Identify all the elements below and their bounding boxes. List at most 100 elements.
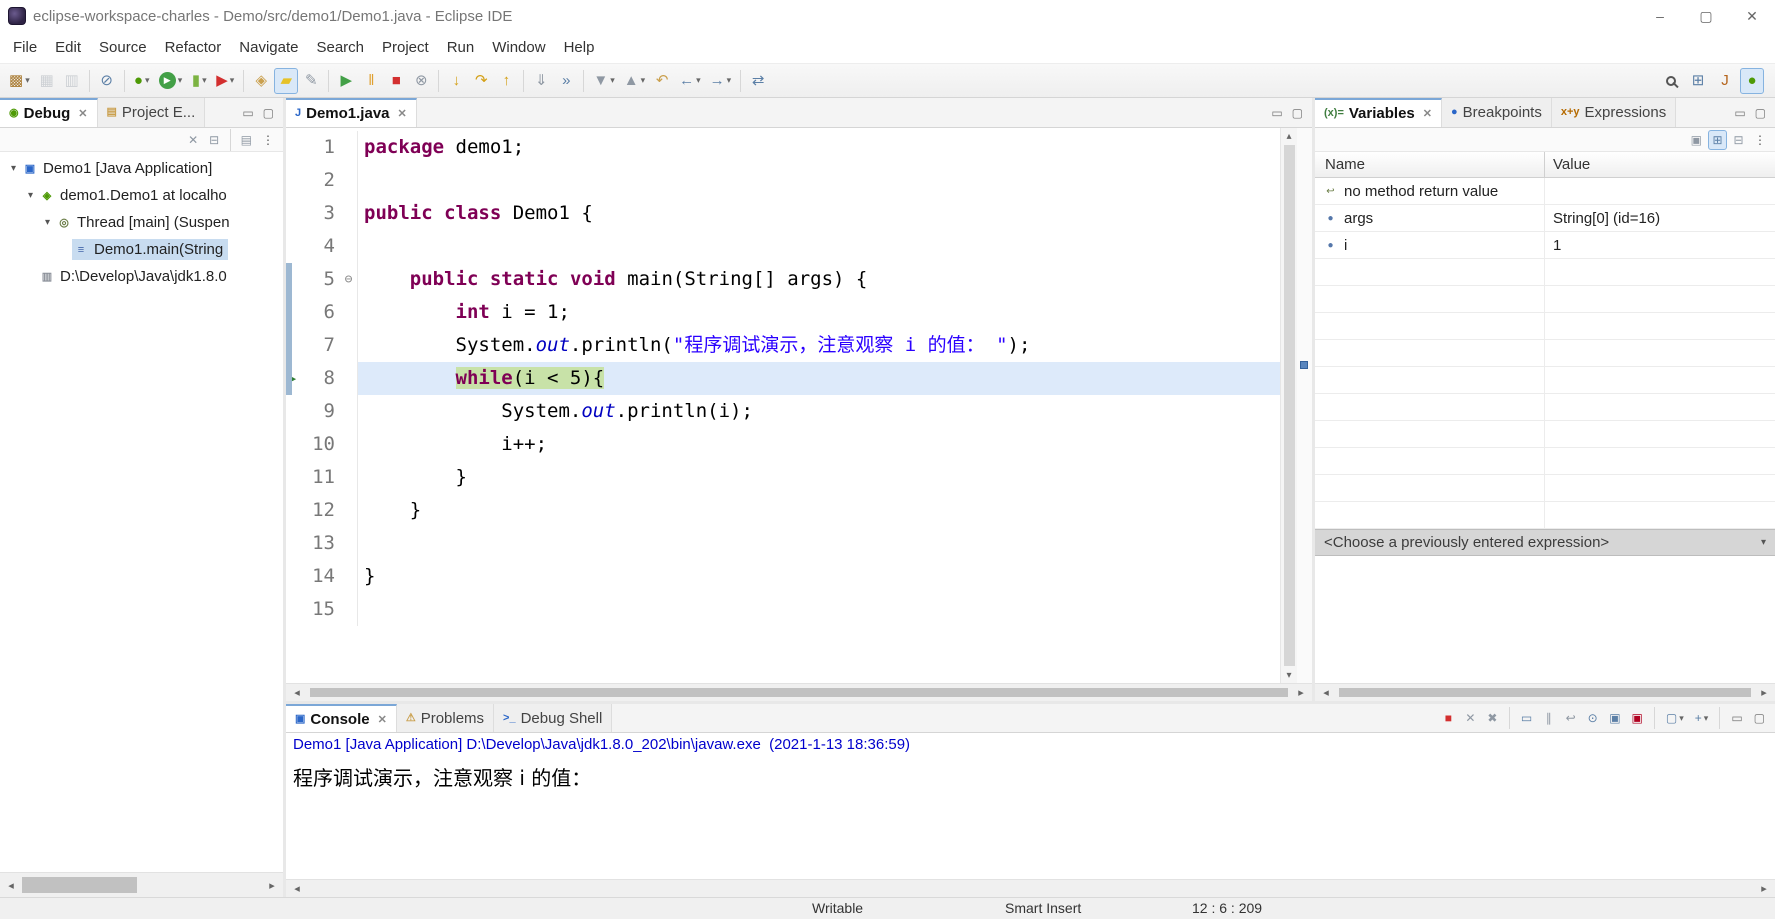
mark-occurrences-icon[interactable]: ▰ [274, 68, 298, 94]
dropdown-arrow-icon[interactable]: ▾ [1679, 713, 1684, 724]
dropdown-arrow-icon[interactable]: ▾ [25, 75, 30, 86]
dropdown-arrow-icon[interactable]: ▾ [641, 75, 646, 86]
code-line-7[interactable]: 7 System.out.println("程序调试演示，注意观察 i 的值： … [286, 329, 1280, 362]
code-line-10[interactable]: 10 i++; [286, 428, 1280, 461]
menu-source[interactable]: Source [90, 39, 156, 56]
expression-chooser[interactable]: <Choose a previously entered expression>… [1315, 529, 1775, 556]
external-tools-icon[interactable]: ▶▾ [212, 68, 238, 94]
editor-vertical-scrollbar[interactable]: ▴ ▾ [1280, 128, 1297, 683]
close-button[interactable]: ✕ [1729, 0, 1775, 32]
maximize-view-icon[interactable]: ▢ [260, 106, 277, 120]
menu-search[interactable]: Search [307, 39, 373, 56]
code-line-14[interactable]: 14} [286, 560, 1280, 593]
console-horizontal-scrollbar[interactable]: ◂ ▸ [286, 879, 1775, 897]
tab-close-icon[interactable]: ✕ [1423, 107, 1432, 120]
dropdown-arrow-icon[interactable]: ▾ [145, 75, 150, 86]
view-menu-icon[interactable]: ⋮ [1750, 130, 1770, 150]
code-line-3[interactable]: 3public class Demo1 { [286, 197, 1280, 230]
scroll-right-icon[interactable]: ▸ [1753, 882, 1775, 895]
terminate-icon[interactable]: ■ [1439, 708, 1458, 728]
scroll-left-icon[interactable]: ◂ [0, 879, 22, 892]
collapse-all-icon[interactable]: ⊟ [1729, 130, 1748, 150]
disconnect-icon[interactable]: ⊗ [409, 68, 433, 94]
tree-item-thread-main-suspen[interactable]: ▾◎Thread [main] (Suspen [0, 209, 283, 236]
scrollbar-thumb[interactable] [1339, 688, 1751, 697]
dropdown-arrow-icon[interactable]: ▾ [178, 75, 183, 86]
line-number[interactable]: 12 [302, 494, 340, 527]
scroll-up-icon[interactable]: ▴ [1286, 128, 1291, 144]
menu-navigate[interactable]: Navigate [230, 39, 307, 56]
line-number[interactable]: 2 [302, 164, 340, 197]
remove-all-launches-icon[interactable]: ✖ [1483, 708, 1502, 728]
code-line-15[interactable]: 15 [286, 593, 1280, 626]
menu-file[interactable]: File [4, 39, 46, 56]
dropdown-arrow-icon[interactable]: ▾ [230, 75, 235, 86]
scrollbar-thumb[interactable] [310, 688, 1288, 697]
fold-collapse-icon[interactable]: ⊖ [340, 263, 358, 296]
maximize-view-icon[interactable]: ▢ [1289, 106, 1306, 120]
scroll-left-icon[interactable]: ◂ [286, 882, 308, 895]
code-line-5[interactable]: 5⊖ public static void main(String[] args… [286, 263, 1280, 296]
tab-debug-shell[interactable]: >_Debug Shell [494, 704, 612, 732]
code-line-6[interactable]: 6 int i = 1; [286, 296, 1280, 329]
line-number[interactable]: 6 [302, 296, 340, 329]
menu-project[interactable]: Project [373, 39, 438, 56]
menu-window[interactable]: Window [483, 39, 554, 56]
line-number[interactable]: 3 [302, 197, 340, 230]
tab-variables[interactable]: (x)=Variables✕ [1315, 98, 1442, 127]
expander-icon[interactable]: ▾ [23, 190, 38, 201]
run-icon[interactable]: ▶▾ [155, 68, 187, 94]
chevron-down-icon[interactable]: ▾ [1761, 537, 1766, 548]
link-with-editor-icon[interactable]: ⇄ [746, 68, 770, 94]
line-number[interactable]: 1 [302, 131, 340, 164]
scroll-right-icon[interactable]: ▸ [261, 879, 283, 892]
menu-help[interactable]: Help [555, 39, 604, 56]
code-line-9[interactable]: 9 System.out.println(i); [286, 395, 1280, 428]
menu-run[interactable]: Run [438, 39, 484, 56]
show-on-stdout-icon[interactable]: ▣ [1605, 708, 1624, 728]
scrollbar-thumb[interactable] [1284, 145, 1295, 666]
variable-detail-pane[interactable] [1315, 556, 1775, 683]
debug-perspective-icon[interactable]: ● [1740, 68, 1764, 94]
scrollbar-track[interactable] [1337, 684, 1753, 701]
search-icon[interactable] [1659, 68, 1683, 94]
tab-console[interactable]: ▣Console✕ [286, 704, 397, 732]
menu-refactor[interactable]: Refactor [156, 39, 231, 56]
line-number[interactable]: 4 [302, 230, 340, 263]
scrollbar-track[interactable] [308, 684, 1290, 701]
minimize-view-icon[interactable]: ▭ [1727, 708, 1746, 728]
remove-launch-icon[interactable]: ✕ [1461, 708, 1480, 728]
pin-console-icon[interactable]: ⊙ [1583, 708, 1602, 728]
scroll-left-icon[interactable]: ◂ [286, 686, 308, 699]
dropdown-arrow-icon[interactable]: ▾ [610, 75, 615, 86]
tab-problems[interactable]: ⚠Problems [397, 704, 494, 732]
debug-icon[interactable]: ●▾ [130, 68, 154, 94]
back-icon[interactable]: ←▾ [675, 68, 705, 94]
tab-close-icon[interactable]: ✕ [398, 107, 407, 120]
save-icon[interactable]: ▦ [35, 68, 59, 94]
scroll-down-icon[interactable]: ▾ [1286, 667, 1291, 683]
use-step-filters-icon[interactable]: » [554, 68, 578, 94]
editor-horizontal-scrollbar[interactable]: ◂ ▸ [286, 683, 1312, 701]
tree-item-demo1-java-application[interactable]: ▾▣Demo1 [Java Application] [0, 155, 283, 182]
format-icon[interactable]: ✎ [299, 68, 323, 94]
drop-to-frame-icon[interactable]: ⇓ [529, 68, 553, 94]
terminate-icon[interactable]: ■ [384, 68, 408, 94]
scrollbar-track[interactable] [308, 880, 1753, 897]
maximize-view-icon[interactable]: ▢ [1750, 708, 1769, 728]
tree-item-demo1-demo1-at-localho[interactable]: ▾◈demo1.Demo1 at localho [0, 182, 283, 209]
scroll-right-icon[interactable]: ▸ [1290, 686, 1312, 699]
open-console-icon[interactable]: +▾ [1691, 708, 1713, 728]
column-header-name[interactable]: Name [1315, 152, 1545, 177]
line-number[interactable]: 11 [302, 461, 340, 494]
expander-icon[interactable]: ▾ [6, 163, 21, 174]
view-menu-icon[interactable]: ⋮ [258, 130, 278, 150]
code-line-13[interactable]: 13 [286, 527, 1280, 560]
open-perspective-icon[interactable]: ⊞ [1686, 68, 1710, 94]
forward-icon[interactable]: →▾ [706, 68, 736, 94]
step-over-icon[interactable]: ↷ [469, 68, 493, 94]
dropdown-arrow-icon[interactable]: ▾ [696, 75, 701, 86]
variable-row-i[interactable]: ●i1 [1315, 232, 1775, 259]
step-into-icon[interactable]: ↓ [444, 68, 468, 94]
code-line-8[interactable]: ▸8 while(i < 5){ [286, 362, 1280, 395]
